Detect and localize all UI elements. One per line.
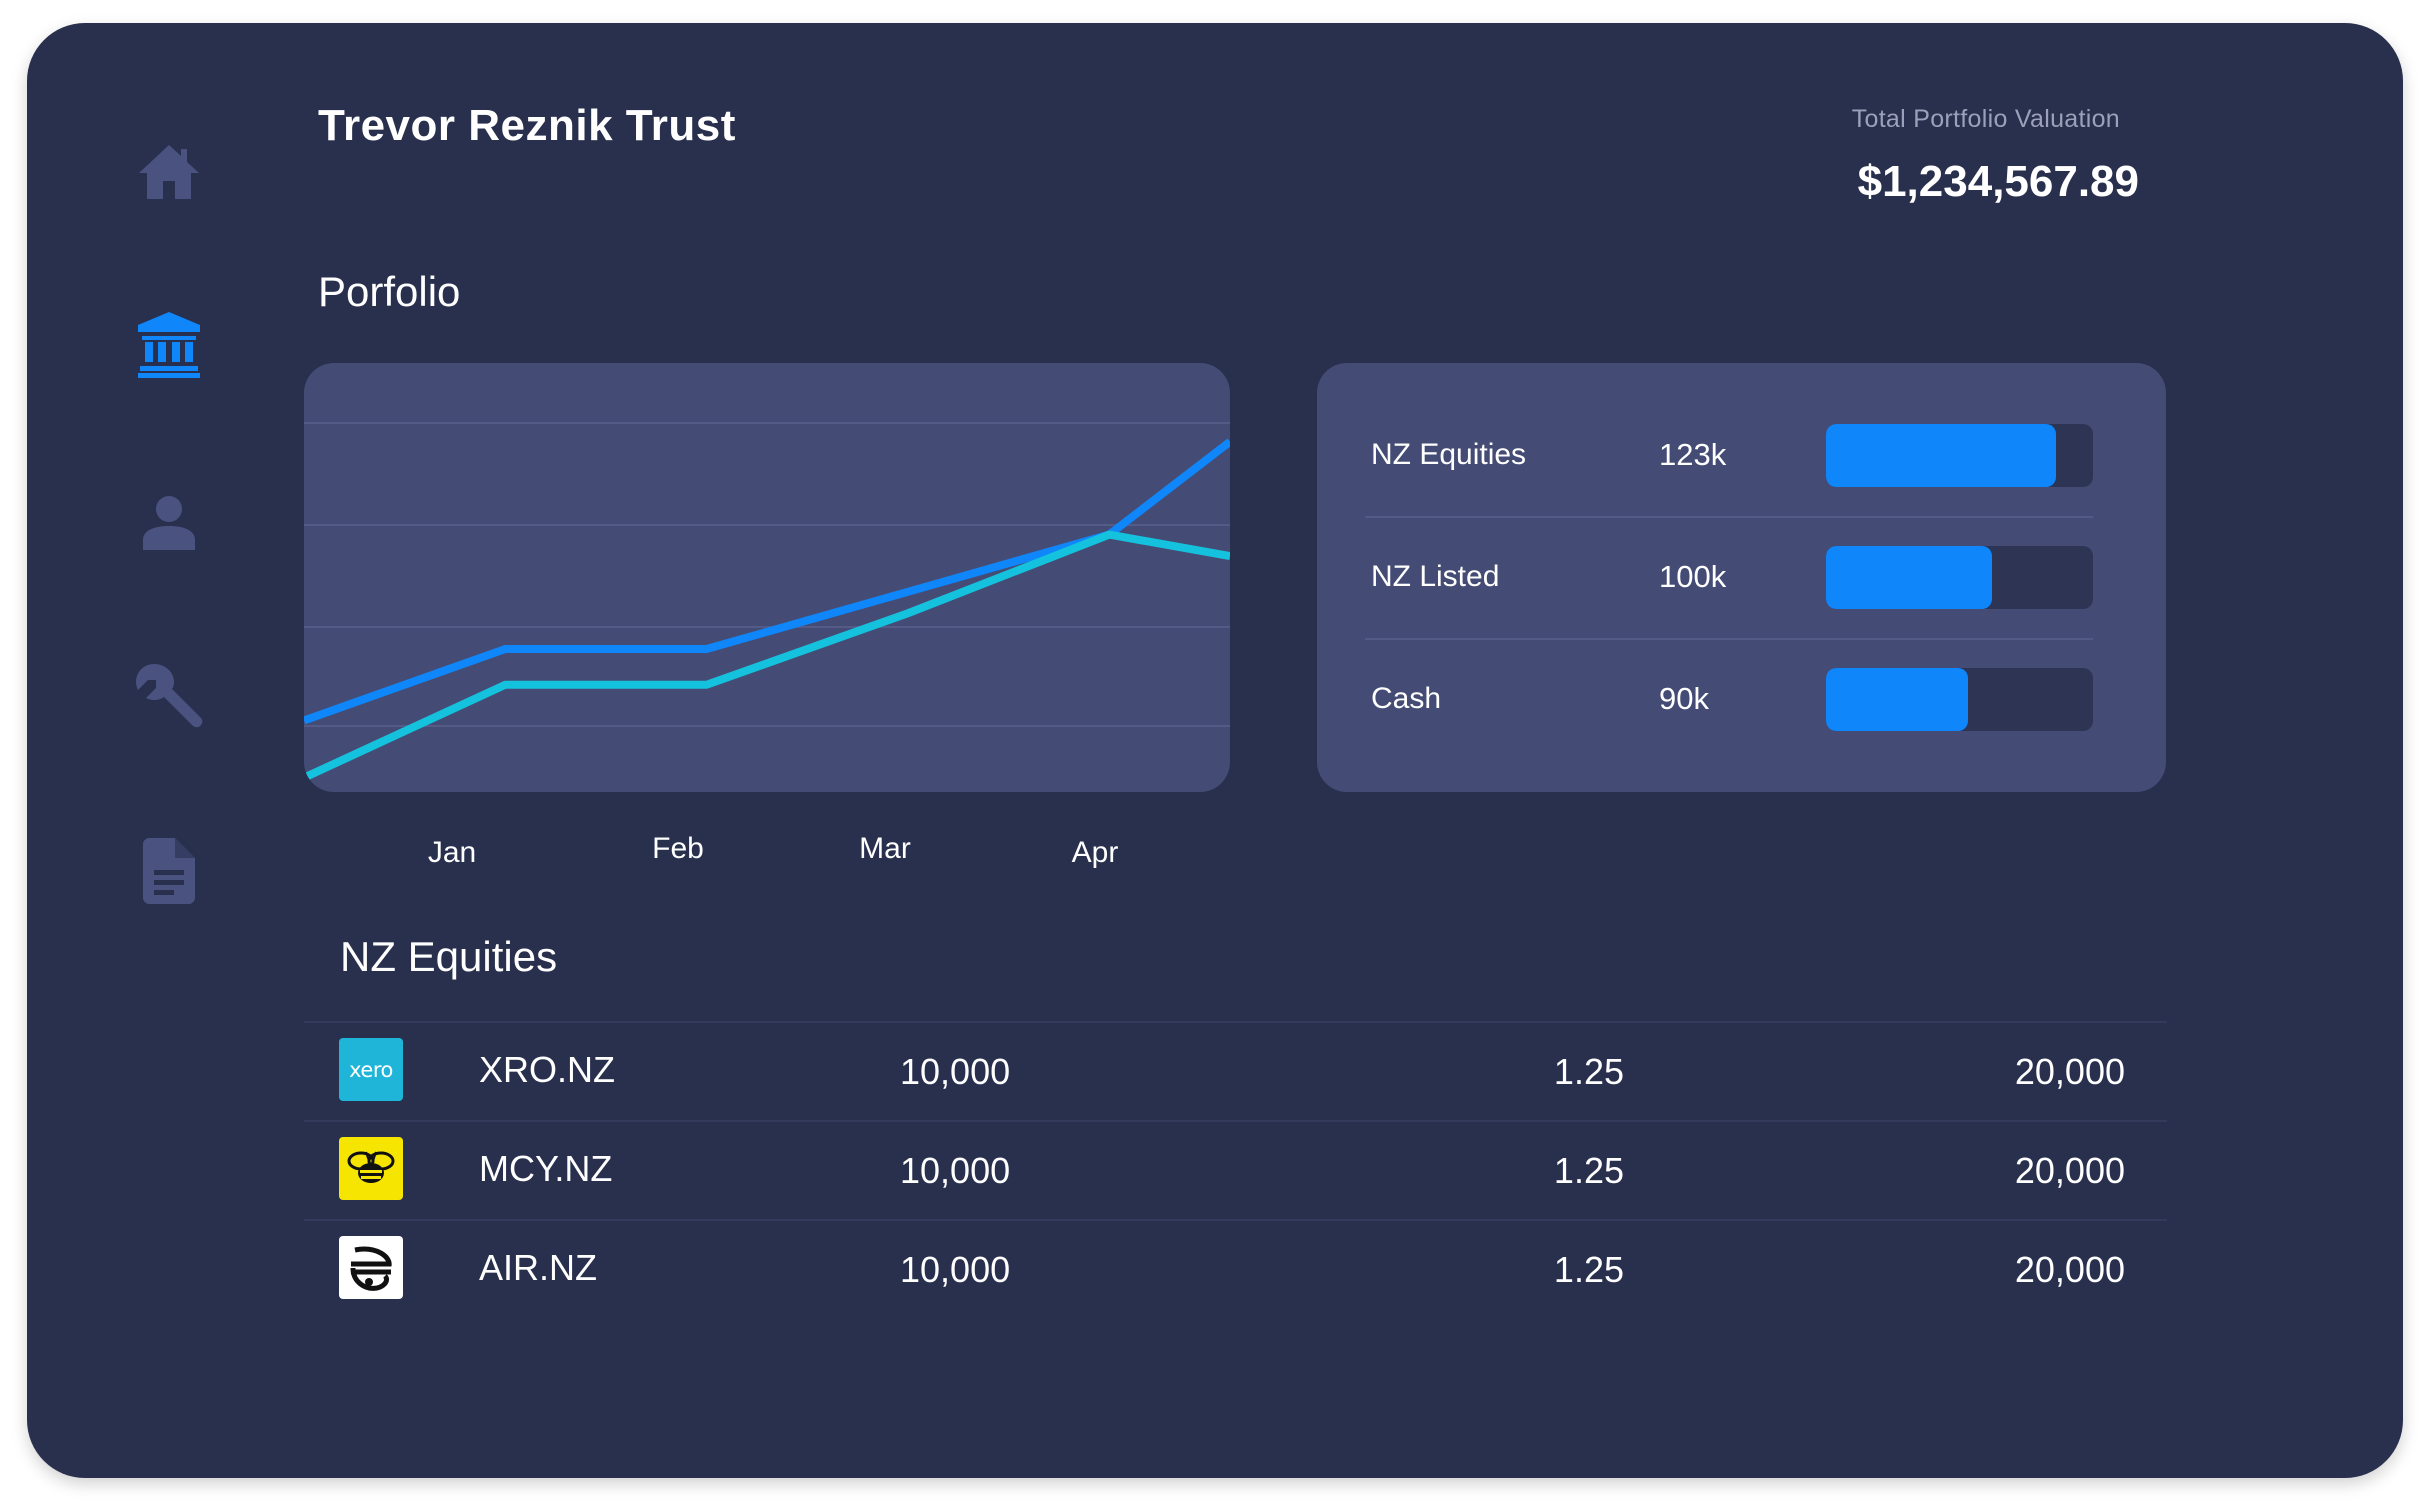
table-row[interactable]: xero XRO.NZ 10,000 1.25 20,000 [304, 1021, 2167, 1120]
total-cell: 20,000 [2014, 1249, 2125, 1290]
table-row[interactable]: MCY.NZ 10,000 1.25 20,000 [304, 1120, 2167, 1219]
sidebar-item-profile[interactable] [133, 486, 205, 558]
valuation-label: Total Portfolio Valuation [1851, 105, 2120, 133]
xero-logo-text: xero [349, 1057, 393, 1082]
allocation-value: 123k [1659, 437, 1727, 472]
allocation-bar [1826, 545, 2093, 609]
total-cell: 20,000 [2014, 1051, 2125, 1092]
allocation-name: NZ Equities [1371, 438, 1527, 471]
portfolio-section-title: Porfolio [318, 268, 461, 315]
xero-logo: xero [339, 1038, 403, 1101]
mercury-bee-logo [339, 1137, 403, 1200]
sidebar-item-documents[interactable] [133, 835, 205, 907]
allocation-bar [1826, 423, 2093, 487]
portfolio-line-chart[interactable] [304, 363, 1230, 792]
table-row[interactable]: AIR.NZ 10,000 1.25 20,000 [304, 1219, 2167, 1318]
equities-table: xero XRO.NZ 10,000 1.25 20,000 MCY.NZ 10… [304, 1021, 2167, 1318]
allocation-bar-fill [1826, 545, 1992, 609]
user-icon [143, 496, 195, 550]
app-window: Trevor Reznik Trust Total Portfolio Valu… [27, 23, 2403, 1478]
allocation-row-nz-listed[interactable]: NZ Listed 100k [1365, 516, 2093, 640]
chart-x-tick-label: Mar [859, 832, 911, 865]
page-title: Trevor Reznik Trust [318, 101, 736, 150]
allocation-row-cash[interactable]: Cash 90k [1365, 638, 2093, 760]
equities-section-title: NZ Equities [340, 933, 558, 980]
ticker: MCY.NZ [479, 1148, 613, 1189]
chart-series-line-2 [304, 530, 1230, 782]
price-cell: 1.25 [1553, 1249, 1624, 1290]
sidebar-item-bank[interactable] [133, 309, 205, 381]
price-cell: 1.25 [1553, 1150, 1624, 1191]
allocation-row-nz-equities[interactable]: NZ Equities 123k [1365, 394, 2093, 518]
sidebar-item-settings[interactable] [133, 661, 205, 733]
total-cell: 20,000 [2014, 1150, 2125, 1191]
allocation-value: 100k [1659, 559, 1727, 594]
allocation-card: NZ Equities 123k NZ Listed 100k Cash 90k [1317, 363, 2166, 792]
document-icon [143, 838, 195, 904]
quantity-cell: 10,000 [900, 1051, 1011, 1092]
allocation-bar-fill [1826, 423, 2056, 487]
quantity-cell: 10,000 [900, 1150, 1011, 1191]
quantity-cell: 10,000 [900, 1249, 1011, 1290]
home-icon [139, 145, 199, 199]
wrench-icon [136, 664, 203, 728]
allocation-bar [1826, 667, 2093, 731]
koru-icon [350, 1246, 392, 1291]
ticker: XRO.NZ [479, 1049, 616, 1090]
allocation-name: NZ Listed [1371, 560, 1500, 593]
ticker: AIR.NZ [479, 1247, 598, 1288]
sidebar-item-home[interactable] [133, 135, 205, 207]
allocation-bar-fill [1826, 667, 1968, 731]
chart-canvas [304, 422, 1230, 782]
bee-icon [347, 1151, 395, 1183]
price-cell: 1.25 [1553, 1051, 1624, 1092]
air-nz-koru-logo [339, 1236, 403, 1299]
chart-x-tick-label: Feb [652, 832, 704, 865]
valuation-amount: $1,234,567.89 [1857, 157, 2139, 206]
chart-x-axis: Jan Feb Mar Apr [304, 808, 1230, 869]
allocation-value: 90k [1659, 681, 1709, 716]
chart-x-tick-label: Jan [427, 836, 477, 869]
allocation-name: Cash [1371, 682, 1442, 715]
chart-series-line-1 [304, 438, 1230, 725]
bank-icon [138, 312, 200, 378]
chart-x-tick-label: Apr [1071, 836, 1119, 869]
